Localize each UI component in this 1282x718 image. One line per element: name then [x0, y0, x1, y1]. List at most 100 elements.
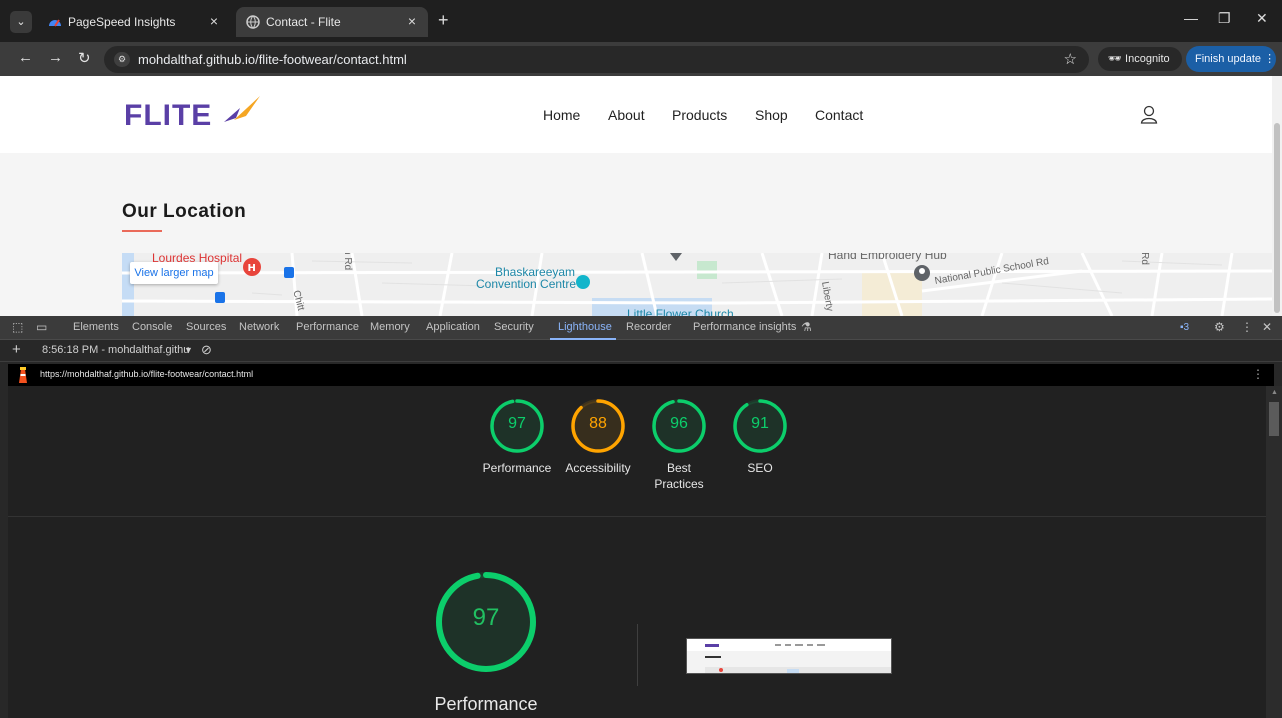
report-dropdown-icon[interactable]: ▼ — [184, 345, 193, 355]
score-label-best-practices: Best Practices — [654, 461, 704, 491]
issues-badge[interactable]: ▪3 — [1180, 322, 1189, 333]
tab-application[interactable]: Application — [426, 321, 480, 333]
scroll-up-icon[interactable]: ▲ — [1271, 389, 1278, 396]
score-value-accessibility: 88 — [589, 415, 607, 432]
address-bar[interactable]: ⚙ mohdalthaf.github.io/flite-footwear/co… — [104, 46, 1089, 73]
score-value-best-practices: 96 — [670, 415, 688, 432]
report-url: https://mohdalthaf.github.io/flite-footw… — [40, 369, 254, 379]
incognito-icon: 🕶 — [1108, 53, 1126, 65]
nav-home[interactable]: Home — [543, 107, 580, 123]
tab-strip: ⌄ PageSpeed Insights × Contact - Flite ×… — [0, 0, 1282, 42]
tab-pagespeed[interactable]: PageSpeed Insights × — [38, 7, 230, 37]
browser-toolbar: ← → ↻ ⚙ mohdalthaf.github.io/flite-footw… — [0, 42, 1282, 76]
clear-reports-icon[interactable]: ⊘ — [201, 342, 212, 358]
user-icon[interactable] — [1140, 105, 1158, 125]
reload-icon[interactable]: ↻ — [78, 49, 91, 67]
report-menu-icon[interactable]: ⋮ — [1252, 367, 1264, 381]
tab-recorder[interactable]: Recorder — [626, 321, 671, 333]
inspect-element-icon[interactable]: ⬚ — [12, 320, 23, 334]
report-url-bar: https://mohdalthaf.github.io/flite-footw… — [8, 364, 1274, 386]
experiment-flask-icon: ⚗ — [801, 320, 812, 334]
close-tab-icon[interactable]: × — [408, 13, 416, 29]
page-screenshot-thumbnail[interactable] — [686, 638, 892, 674]
view-larger-map-link[interactable]: View larger map — [130, 262, 218, 284]
performance-gauge-large[interactable]: 97 — [434, 570, 538, 674]
tab-elements[interactable]: Elements — [73, 321, 119, 333]
finish-update-label: Finish update — [1195, 53, 1262, 65]
map-label-church: Little Flower Church — [627, 307, 734, 316]
devtools-more-icon[interactable]: ⋮ — [1241, 320, 1253, 334]
website-viewport: FLITE Home About Products Shop Contact O… — [0, 76, 1282, 316]
site-logo[interactable]: FLITE — [124, 99, 212, 133]
embedded-map[interactable]: H View larger map Lourdes Hospital Bhask… — [122, 253, 1272, 316]
title-underline — [122, 230, 162, 232]
nav-products[interactable]: Products — [672, 107, 727, 123]
lighthouse-report: 97 Performance 88 Accessibility 96 Best Pract… — [8, 386, 1266, 718]
report-scrollbar-thumb[interactable] — [1269, 402, 1279, 436]
score-gauge-seo[interactable]: 91 SEO — [732, 398, 788, 475]
close-tab-icon[interactable]: × — [210, 13, 218, 29]
tab-title: PageSpeed Insights — [68, 15, 176, 29]
tab-console[interactable]: Console — [132, 321, 172, 333]
tab-search-button[interactable]: ⌄ — [10, 11, 32, 33]
pagespeed-icon — [49, 19, 61, 27]
issues-count: 3 — [1183, 322, 1190, 333]
performance-score-large: 97 — [472, 604, 500, 631]
nav-about[interactable]: About — [608, 107, 645, 123]
score-gauge-performance[interactable]: 97 Performance — [483, 398, 551, 475]
settings-gear-icon[interactable]: ⚙ — [1214, 320, 1225, 334]
section-divider — [8, 516, 1266, 517]
finish-update-button[interactable]: Finish update ⋮ — [1186, 46, 1276, 72]
restore-icon[interactable]: ❐ — [1218, 10, 1231, 27]
device-toolbar-icon[interactable]: ▭ — [36, 320, 47, 334]
svg-text:H: H — [248, 263, 256, 274]
incognito-label: Incognito — [1125, 53, 1170, 65]
report-selector[interactable]: 8:56:18 PM - mohdalthaf.githu — [42, 344, 189, 356]
tab-performance-insights[interactable]: Performance insights — [693, 321, 796, 333]
browser-window: ⌄ PageSpeed Insights × Contact - Flite ×… — [0, 0, 1282, 718]
page-scrollbar-thumb[interactable] — [1274, 123, 1280, 313]
new-report-icon[interactable]: + — [12, 341, 21, 358]
map-label-rd-2: in Rd — [342, 253, 354, 271]
close-window-icon[interactable]: ✕ — [1256, 10, 1268, 27]
tab-contact-flite[interactable]: Contact - Flite × — [236, 7, 428, 37]
bookmark-star-icon[interactable]: ☆ — [1064, 50, 1077, 68]
back-icon[interactable]: ← — [18, 49, 33, 66]
close-devtools-icon[interactable]: ✕ — [1262, 320, 1272, 334]
thumbnail-preview — [687, 639, 891, 673]
nav-shop[interactable]: Shop — [755, 107, 788, 123]
tab-network[interactable]: Network — [239, 321, 279, 333]
score-value-seo: 91 — [751, 415, 769, 432]
map-label-embroidery: Hand Embroidery Hub — [828, 253, 947, 262]
tab-memory[interactable]: Memory — [370, 321, 410, 333]
devtools-panel: ⬚ ▭ Elements Console Sources Network Per… — [0, 316, 1282, 718]
score-label-seo: SEO — [747, 461, 773, 475]
tab-security[interactable]: Security — [494, 321, 534, 333]
report-scrollbar[interactable]: ▲ — [1266, 386, 1282, 718]
site-info-icon[interactable]: ⚙ — [114, 52, 130, 67]
minimize-icon[interactable]: — — [1184, 10, 1198, 26]
forward-icon[interactable]: → — [48, 49, 63, 66]
score-label-accessibility: Accessibility — [565, 461, 631, 475]
score-gauge-best-practices[interactable]: 96 Best Practices — [651, 398, 707, 491]
more-menu-icon: ⋮ — [1264, 53, 1276, 65]
score-value-performance: 97 — [508, 415, 526, 432]
url-text: mohdalthaf.github.io/flite-footwear/cont… — [138, 52, 407, 67]
tab-sources[interactable]: Sources — [186, 321, 226, 333]
tab-performance[interactable]: Performance — [296, 321, 359, 333]
performance-label-large: Performance — [434, 694, 538, 714]
new-tab-button[interactable]: + — [438, 10, 449, 31]
lighthouse-icon — [19, 367, 27, 383]
tab-title: Contact - Flite — [266, 15, 341, 29]
tab-lighthouse[interactable]: Lighthouse — [558, 321, 612, 333]
section-title: Our Location — [122, 201, 247, 222]
nav-contact[interactable]: Contact — [815, 107, 863, 123]
site-header: FLITE Home About Products Shop Contact — [0, 76, 1282, 153]
vertical-separator — [637, 624, 638, 686]
map-label-convention-2: Convention Centre — [476, 277, 577, 291]
map-label-rd: Rd — [1138, 253, 1150, 265]
incognito-badge[interactable]: 🕶 Incognito — [1098, 47, 1182, 71]
logo-swoosh-icon — [224, 96, 260, 122]
score-gauge-accessibility[interactable]: 88 Accessibility — [565, 398, 631, 475]
globe-icon — [246, 15, 260, 29]
